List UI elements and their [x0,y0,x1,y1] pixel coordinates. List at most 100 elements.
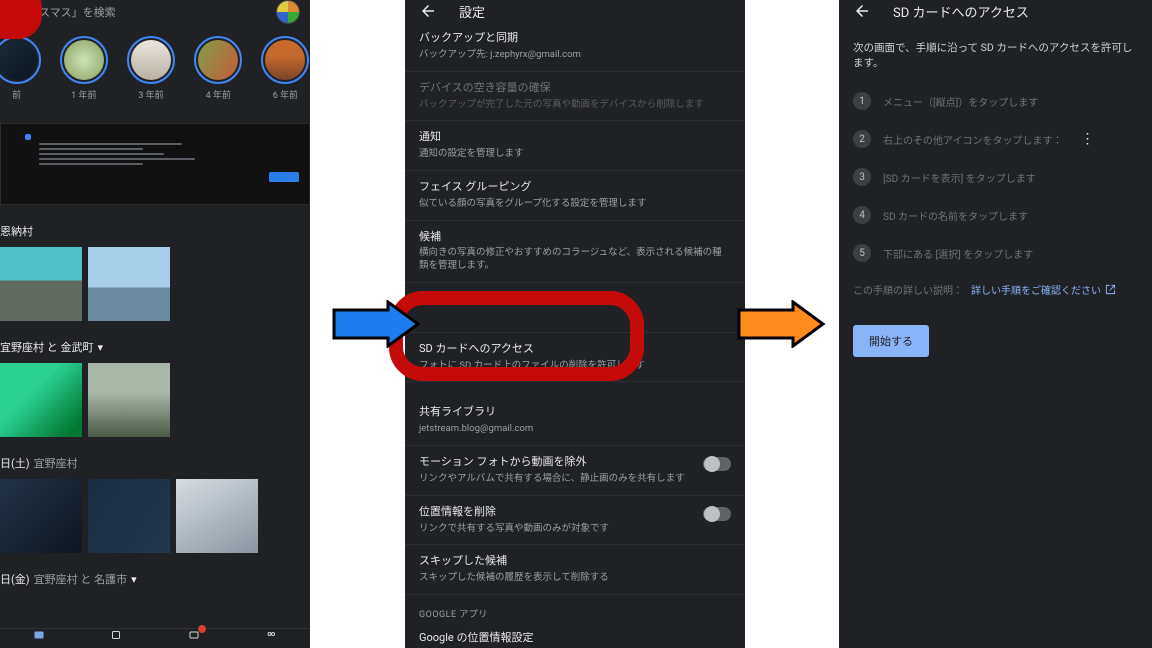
date-section-header[interactable]: 宜野座村 と 金武町 ▾ [0,339,310,355]
story-thumb [131,40,171,80]
setting-title: 思い出 [419,292,731,307]
back-arrow-icon[interactable] [853,2,871,20]
setting-remove-geo[interactable]: 位置情報を削除 リンクで共有する写真や動画のみが対象です [405,496,745,546]
step-number-badge: 3 [853,168,871,186]
setting-title: バックアップと同期 [419,31,731,46]
setting-desc: フォトに SD カード上のファイルの削除を許可します [419,360,731,373]
setting-sd-card-access[interactable]: SD カードへのアクセス フォトに SD カード上のファイルの削除を許可します [405,333,745,383]
intro-text: 次の画面で、手順に沿って SD カードへのアクセスを許可します。 [853,40,1138,70]
setting-free-up-space[interactable]: デバイスの空き容量の確保 バックアップが完了した元の写真や動画をデバイスから削除… [405,72,745,122]
story-item[interactable]: 6 年前 [261,40,310,101]
setting-face-grouping[interactable]: フェイス グルーピング 似ている顔の写真をグループ化する設定を管理します [405,171,745,221]
date-section-header[interactable]: 日(金) 宜野座村 と 名護市 ▾ [0,571,310,587]
setting-desc: jetstream.blog@gmail.com [419,423,731,436]
setting-title: 共有ライブラリ [419,405,731,420]
back-arrow-icon[interactable] [419,2,437,20]
section-location: 宜野座村 [34,455,78,471]
settings-panel: 設定 バックアップと同期 バックアップ先: j.zephyrx@gmail.co… [405,0,745,648]
help-text: この手順の詳しい説明： [853,282,963,297]
setting-title: フェイス グルーピング [419,180,731,195]
help-link-text: 詳しい手順をご確認ください [971,282,1101,297]
setting-title: 候補 [419,230,731,245]
setting-title: SD カードへのアクセス [419,342,731,357]
photo-thumb[interactable] [88,247,170,321]
story-label: 4 年前 [206,88,231,101]
setting-backup-sync[interactable]: バックアップと同期 バックアップ先: j.zephyrx@gmail.com [405,22,745,72]
tab-search-icon[interactable] [106,629,126,641]
avatar[interactable] [276,0,300,24]
setting-desc: バックアップが完了した元の写真や動画をデバイスから削除します [419,99,731,112]
step-text: メニュー（[縦点]）をタップします [883,94,1038,109]
wizard-step: 3 [SD カードを表示] をタップします [853,168,1138,186]
step-text: 右上のその他アイコンをタップします： [883,132,1063,147]
setting-desc: 似ている顔の写真をグループ化する設定を管理します [419,198,731,211]
story-item[interactable]: 1 年前 [59,40,108,101]
setting-title: 位置情報を削除 [419,505,700,520]
setting-shared-library[interactable]: 共有ライブラリ jetstream.blog@gmail.com [405,396,745,446]
section-title-text: 日(土) [0,455,30,471]
photo-thumb[interactable] [0,363,82,437]
step-text: [SD カードを表示] をタップします [883,170,1036,185]
photos-home-panel: 「クリスマス」を検索 前 1 年前 3 年前 4 年前 6 年前 恩納 [0,0,310,648]
step-number-badge: 5 [853,244,871,262]
tab-sharing-icon[interactable] [184,629,204,641]
wizard-step: 5 下部にある [選択] をタップします [853,244,1138,262]
story-item[interactable]: 3 年前 [126,40,175,101]
wizard-step: 4 SD カードの名前をタップします [853,206,1138,224]
section-label-google-apps: GOOGLE アプリ [405,595,745,622]
setting-desc: リンクやアルバムで共有する場合に、静止画のみを共有します [419,473,700,486]
toggle-switch[interactable] [703,507,731,521]
story-item[interactable]: 前 [0,40,41,101]
setting-desc: バックアップ先: j.zephyrx@gmail.com [419,49,731,62]
setting-title: モーション フォトから動画を除外 [419,455,700,470]
chevron-down-icon: ▾ [131,573,137,586]
help-link[interactable]: 詳しい手順をご確認ください [971,282,1116,297]
story-label: 前 [12,88,21,101]
photo-thumb[interactable] [88,479,170,553]
date-section-header: 恩納村 [0,223,310,239]
setting-skipped-suggestions[interactable]: スキップした候補 スキップした候補の履歴を表示して削除する [405,545,745,595]
story-thumb [198,40,238,80]
setting-title: スキップした候補 [419,554,731,569]
arrow-annotation-orange-icon [737,300,827,348]
photo-thumb[interactable] [0,479,82,553]
photo-thumb[interactable] [0,247,82,321]
setting-notifications[interactable]: 通知 通知の設定を管理します [405,121,745,171]
story-label: 3 年前 [138,88,163,101]
section-title-text: 日(金) [0,571,30,587]
story-label: 1 年前 [71,88,96,101]
setting-google-location[interactable]: Google の位置情報設定 Google フォトでは、位置情報を利用して自動整… [405,622,745,648]
step-number-badge: 1 [853,92,871,110]
step-number-badge: 4 [853,206,871,224]
step-number-badge: 2 [853,130,871,148]
setting-title: デバイスの空き容量の確保 [419,81,731,96]
tab-library-icon[interactable] [261,629,281,641]
wizard-step: 2 右上のその他アイコンをタップします： ⋮ [853,130,1138,148]
page-title: SD カードへのアクセス [893,2,1029,21]
start-button[interactable]: 開始する [853,325,929,357]
open-in-new-icon [1105,284,1116,295]
story-thumb [0,40,37,80]
setting-memories[interactable]: 思い出 [405,283,745,333]
page-title: 設定 [459,2,485,21]
notification-badge [198,625,206,633]
tab-photos-icon[interactable] [29,629,49,641]
setting-suggestions[interactable]: 候補 横向きの写真の修正やおすすめのコラージュなど、表示される候補の種類を管理し… [405,221,745,283]
promo-card[interactable] [0,123,310,205]
story-thumb [64,40,104,80]
setting-motion-photos[interactable]: モーション フォトから動画を除外 リンクやアルバムで共有する場合に、静止画のみを… [405,446,745,496]
photo-thumb[interactable] [88,363,170,437]
story-label: 6 年前 [273,88,298,101]
photo-thumb[interactable] [176,479,258,553]
setting-desc: リンクで共有する写真や動画のみが対象です [419,523,700,536]
setting-desc: 通知の設定を管理します [419,148,731,161]
toggle-switch[interactable] [703,457,731,471]
section-divider [405,382,745,396]
bottom-nav [0,628,310,648]
story-item[interactable]: 4 年前 [194,40,243,101]
setting-title: 通知 [419,130,731,145]
setting-desc: 横向きの写真の修正やおすすめのコラージュなど、表示される候補の種類を管理します。 [419,247,731,273]
chevron-down-icon: ▾ [97,341,103,354]
sd-access-panel: SD カードへのアクセス 次の画面で、手順に沿って SD カードへのアクセスを許… [839,0,1152,648]
stories-strip: 前 1 年前 3 年前 4 年前 6 年前 [0,24,310,105]
